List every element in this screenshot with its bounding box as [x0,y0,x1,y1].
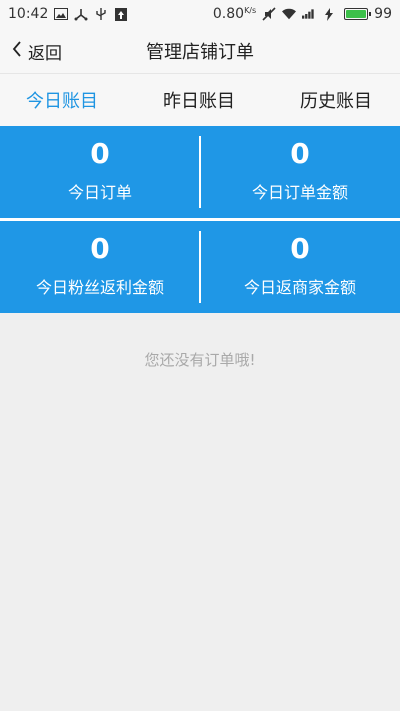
usb-icon [94,7,108,21]
tab-yesterday[interactable]: 昨日账目 [163,87,235,113]
net-speed-value: 0.80 [212,6,245,22]
upload-icon [114,7,128,21]
back-label: 返回 [28,43,62,64]
net-speed-unit: K/s [244,6,257,15]
battery-fill [346,10,366,18]
stats-row-2: 0 今日粉丝返利金额 0 今日返商家金额 [0,221,400,313]
tab-bar: 今日账目 昨日账目 历史账目 [0,74,400,126]
stat-label: 今日粉丝返利金额 [35,277,164,297]
stat-label: 今日订单 [67,182,132,202]
stat-today-orders: 0 今日订单 [0,126,200,218]
signal-icon [302,7,316,21]
stat-value: 0 [90,232,110,266]
stat-today-merchant-rebate: 0 今日返商家金额 [200,221,400,313]
tab-today[interactable]: 今日账目 [26,87,98,113]
image-icon [54,7,69,21]
status-bar-left: 10:42 [8,6,128,22]
stat-today-fan-rebate: 0 今日粉丝返利金额 [0,221,200,313]
app-screen: 10:42 0.80K/s 99 返回 管理店铺订单 今日账目 昨日账目 历史账… [0,0,400,711]
stat-value: 0 [290,232,310,266]
stats-row-1: 0 今日订单 0 今日订单金额 [0,126,400,218]
stat-label: 今日返商家金额 [243,277,356,297]
battery-percent: 99 [374,6,392,22]
back-button[interactable]: 返回 [12,28,62,74]
status-time: 10:42 [8,6,49,22]
stat-value: 0 [290,137,310,171]
stat-today-order-amount: 0 今日订单金额 [200,126,400,218]
empty-state-message: 您还没有订单哦! [144,351,256,369]
stat-label: 今日订单金额 [251,182,348,202]
status-bar: 10:42 0.80K/s 99 [0,0,400,28]
wifi-icon [282,7,297,21]
tab-history[interactable]: 历史账目 [300,87,372,113]
net-speed: 0.80K/s [213,6,256,22]
status-bar-right: 0.80K/s 99 [213,6,392,22]
app-header: 返回 管理店铺订单 [0,28,400,74]
charging-icon [322,7,336,21]
stat-value: 0 [90,137,110,171]
usb-share-icon [74,7,88,21]
chevron-left-icon [12,40,22,62]
stats-panel: 0 今日订单 0 今日订单金额 0 今日粉丝返利金额 0 今日返商家金额 [0,126,400,313]
mute-icon [262,7,276,21]
battery-icon [344,8,372,20]
